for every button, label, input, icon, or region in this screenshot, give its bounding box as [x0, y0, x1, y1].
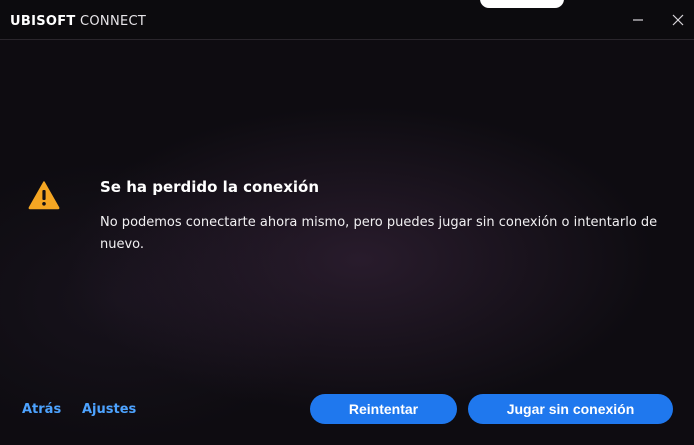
app-window: UBISOFT CONNECT Se ha perdido la conexió…: [0, 0, 694, 445]
warning-triangle-icon: [28, 181, 60, 210]
title-bar: UBISOFT CONNECT: [0, 0, 694, 40]
brand-name-bold: UBISOFT: [10, 14, 76, 29]
retry-button[interactable]: Reintentar: [310, 394, 457, 424]
message-title: Se ha perdido la conexión: [100, 178, 320, 196]
play-offline-button[interactable]: Jugar sin conexión: [468, 394, 673, 424]
message-body: No podemos conectarte ahora mismo, pero …: [100, 215, 658, 252]
brand-name-light: CONNECT: [75, 14, 147, 29]
top-pill-shape: [480, 0, 564, 8]
back-link[interactable]: Atrás: [22, 402, 61, 417]
minimize-button[interactable]: [630, 12, 646, 28]
close-icon: [672, 14, 684, 26]
settings-link[interactable]: Ajustes: [82, 402, 136, 417]
app-brand: UBISOFT CONNECT: [10, 14, 146, 29]
minimize-icon: [633, 19, 643, 21]
close-button[interactable]: [670, 12, 686, 28]
